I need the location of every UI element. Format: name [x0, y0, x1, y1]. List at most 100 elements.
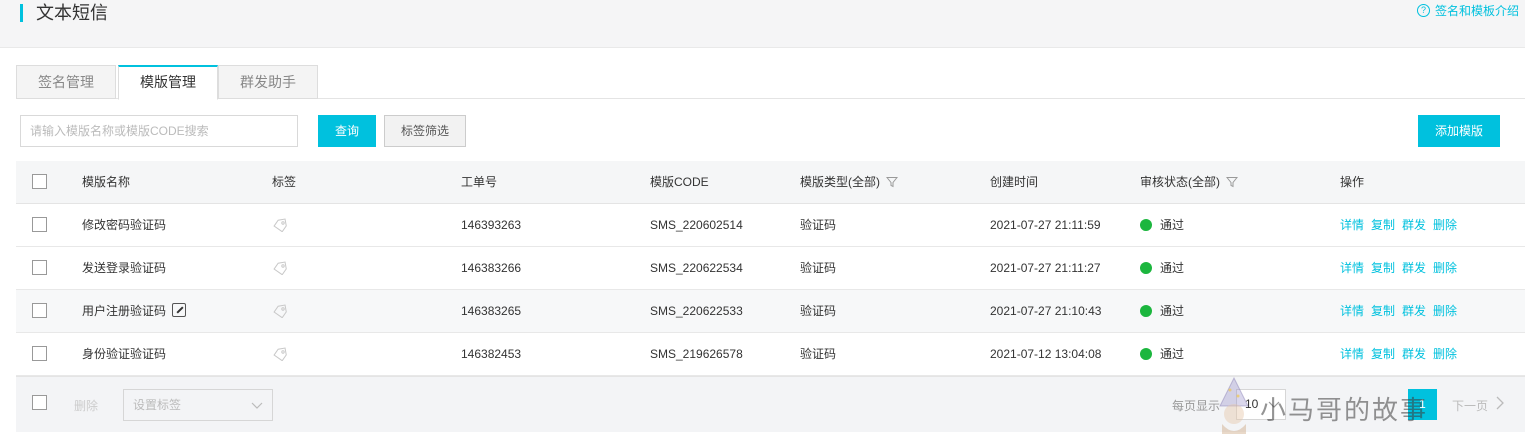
column-header-status-label: 审核状态(全部): [1140, 175, 1220, 189]
set-tag-placeholder: 设置标签: [133, 398, 182, 412]
row-checkbox[interactable]: [32, 346, 47, 362]
review-status: 通过: [1140, 247, 1184, 289]
footer-select-all-checkbox[interactable]: [32, 395, 47, 410]
review-status-label: 通过: [1160, 261, 1185, 275]
order-number: 146383265: [461, 304, 522, 318]
review-status-label: 通过: [1160, 218, 1185, 232]
table-row: 身份验证验证码 146382453 SMS_219626578 验证码 2021…: [16, 333, 1525, 376]
details-link[interactable]: 详情: [1340, 261, 1364, 275]
column-header-actions: 操作: [1340, 175, 1365, 189]
copy-link[interactable]: 复制: [1371, 304, 1395, 318]
table-row: 发送登录验证码 146383266 SMS_220622534 验证码 2021…: [16, 247, 1525, 290]
tag-icon[interactable]: [272, 347, 288, 361]
copy-link[interactable]: 复制: [1371, 261, 1395, 275]
order-number: 146382453: [461, 347, 522, 361]
column-header-tag: 标签: [272, 175, 297, 189]
template-name-cell: 用户注册验证码: [82, 290, 187, 332]
bulk-send-link[interactable]: 群发: [1402, 347, 1426, 361]
column-header-created: 创建时间: [990, 175, 1039, 189]
filter-icon[interactable]: [1226, 176, 1239, 188]
status-dot-icon: [1140, 261, 1152, 274]
select-all-checkbox[interactable]: [32, 174, 47, 190]
order-number: 146393263: [461, 218, 522, 232]
template-type: 验证码: [800, 218, 837, 232]
status-dot-icon: [1140, 304, 1152, 317]
page-title: 文本短信: [36, 3, 108, 23]
bulk-delete-button[interactable]: 删除: [74, 397, 98, 414]
review-status: 通过: [1140, 333, 1184, 375]
search-input[interactable]: [20, 115, 298, 147]
details-link[interactable]: 详情: [1340, 347, 1364, 361]
template-name: 用户注册验证码: [82, 304, 167, 318]
delete-link[interactable]: 删除: [1433, 347, 1457, 361]
tab-bar: 签名管理 模版管理 群发助手: [16, 65, 1525, 100]
table-footer: 删除 设置标签 每页显示 10 1 下一页: [16, 376, 1525, 432]
table-row: 修改密码验证码 146393263 SMS_220602514 验证码 2021…: [16, 204, 1525, 247]
row-checkbox[interactable]: [32, 303, 47, 319]
row-checkbox[interactable]: [32, 217, 47, 233]
page-size-select[interactable]: 10: [1236, 389, 1286, 420]
chevron-down-icon: [251, 402, 263, 409]
filter-icon[interactable]: [886, 176, 899, 188]
column-header-type[interactable]: 模版类型(全部): [800, 161, 899, 203]
page-1-button[interactable]: 1: [1408, 389, 1437, 420]
details-link[interactable]: 详情: [1340, 304, 1364, 318]
query-button[interactable]: 查询: [318, 115, 376, 147]
help-link[interactable]: ? 签名和模板介绍: [1416, 2, 1519, 19]
tag-icon[interactable]: [272, 218, 288, 232]
template-name: 身份验证验证码: [82, 347, 167, 361]
row-actions: 详情 复制 群发 删除: [1340, 247, 1464, 289]
title-accent-bar: [20, 4, 23, 22]
delete-link[interactable]: 删除: [1433, 304, 1457, 318]
set-tag-select[interactable]: 设置标签: [123, 389, 273, 421]
template-code: SMS_220622534: [650, 261, 743, 275]
template-type: 验证码: [800, 304, 837, 318]
template-code: SMS_219626578: [650, 347, 743, 361]
column-header-type-label: 模版类型(全部): [800, 175, 880, 189]
bulk-send-link[interactable]: 群发: [1402, 218, 1426, 232]
status-dot-icon: [1140, 347, 1152, 360]
tab-bulk-assistant[interactable]: 群发助手: [218, 65, 318, 99]
chevron-right-icon[interactable]: [1494, 395, 1506, 411]
tag-icon[interactable]: [272, 261, 288, 275]
delete-link[interactable]: 删除: [1433, 261, 1457, 275]
column-header-order: 工单号: [461, 175, 498, 189]
page-size-value: 10: [1245, 397, 1259, 411]
copy-link[interactable]: 复制: [1371, 218, 1395, 232]
copy-link[interactable]: 复制: [1371, 347, 1395, 361]
next-page-button[interactable]: 下一页: [1452, 397, 1488, 414]
delete-link[interactable]: 删除: [1433, 218, 1457, 232]
tab-templates[interactable]: 模版管理: [118, 65, 218, 100]
template-code: SMS_220602514: [650, 218, 743, 232]
created-time: 2021-07-27 21:11:59: [990, 218, 1101, 232]
review-status: 通过: [1140, 204, 1184, 246]
question-circle-icon: ?: [1416, 4, 1430, 17]
row-actions: 详情 复制 群发 删除: [1340, 333, 1464, 375]
template-table: 模版名称 标签 工单号 模版CODE 模版类型(全部) 创建时间 审核状态(全部…: [16, 161, 1525, 376]
chevron-down-icon: [1268, 401, 1280, 408]
review-status-label: 通过: [1160, 347, 1185, 361]
row-actions: 详情 复制 群发 删除: [1340, 290, 1464, 332]
add-template-button[interactable]: 添加模版: [1418, 115, 1500, 147]
row-checkbox[interactable]: [32, 260, 47, 276]
template-code: SMS_220622533: [650, 304, 743, 318]
template-name: 发送登录验证码: [82, 261, 167, 275]
edit-icon[interactable]: [172, 303, 187, 318]
bulk-send-link[interactable]: 群发: [1402, 261, 1426, 275]
tag-icon[interactable]: [272, 304, 288, 318]
review-status: 通过: [1140, 290, 1184, 332]
column-header-name: 模版名称: [82, 175, 131, 189]
template-name: 修改密码验证码: [82, 218, 167, 232]
bulk-send-link[interactable]: 群发: [1402, 304, 1426, 318]
column-header-status[interactable]: 审核状态(全部): [1140, 161, 1239, 203]
order-number: 146383266: [461, 261, 522, 275]
tab-signatures[interactable]: 签名管理: [16, 65, 116, 99]
status-dot-icon: [1140, 218, 1152, 231]
tag-filter-button[interactable]: 标签筛选: [384, 115, 466, 147]
row-actions: 详情 复制 群发 删除: [1340, 204, 1464, 246]
details-link[interactable]: 详情: [1340, 218, 1364, 232]
template-type: 验证码: [800, 347, 837, 361]
review-status-label: 通过: [1160, 304, 1185, 318]
created-time: 2021-07-27 21:11:27: [990, 261, 1101, 275]
table-row: 用户注册验证码 146383265 SMS_220622533 验证码 2021…: [16, 290, 1525, 333]
